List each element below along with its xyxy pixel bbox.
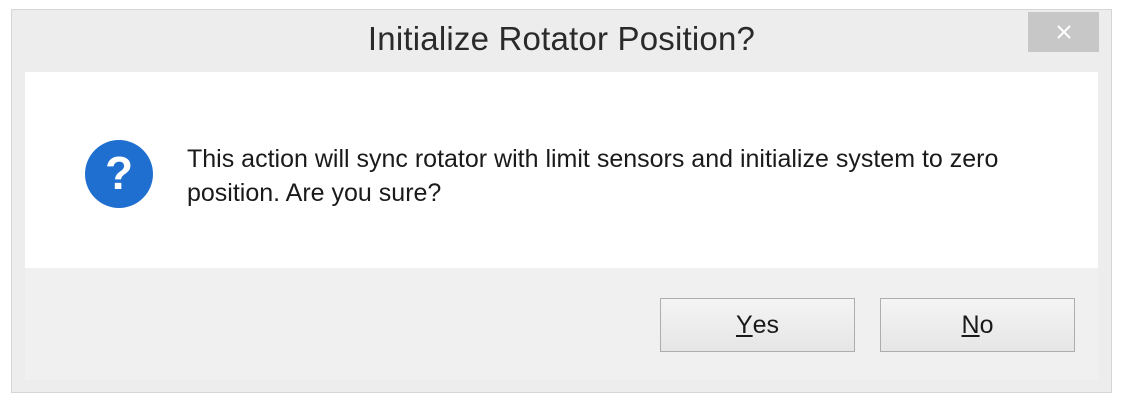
no-button-label: o (979, 310, 994, 339)
no-button-mnemonic: N (961, 310, 980, 339)
no-button[interactable]: No (880, 298, 1075, 352)
yes-button-label: es (752, 310, 780, 339)
dialog-message: This action will sync rotator with limit… (187, 145, 999, 207)
close-button[interactable] (1028, 12, 1099, 52)
svg-text:?: ? (105, 147, 133, 199)
yes-button[interactable]: Yes (660, 298, 855, 352)
dialog-content: ? This action will sync rotator with lim… (25, 72, 1098, 268)
dialog-title: Initialize Rotator Position? (367, 20, 756, 57)
close-icon (1056, 25, 1071, 39)
button-bar: Yes No (25, 268, 1098, 380)
title-bar: Initialize Rotator Position? (12, 10, 1111, 72)
yes-button-mnemonic: Y (735, 310, 753, 339)
question-icon: ? (85, 140, 153, 208)
dialog-window: Initialize Rotator Position? ? This acti… (11, 9, 1112, 393)
